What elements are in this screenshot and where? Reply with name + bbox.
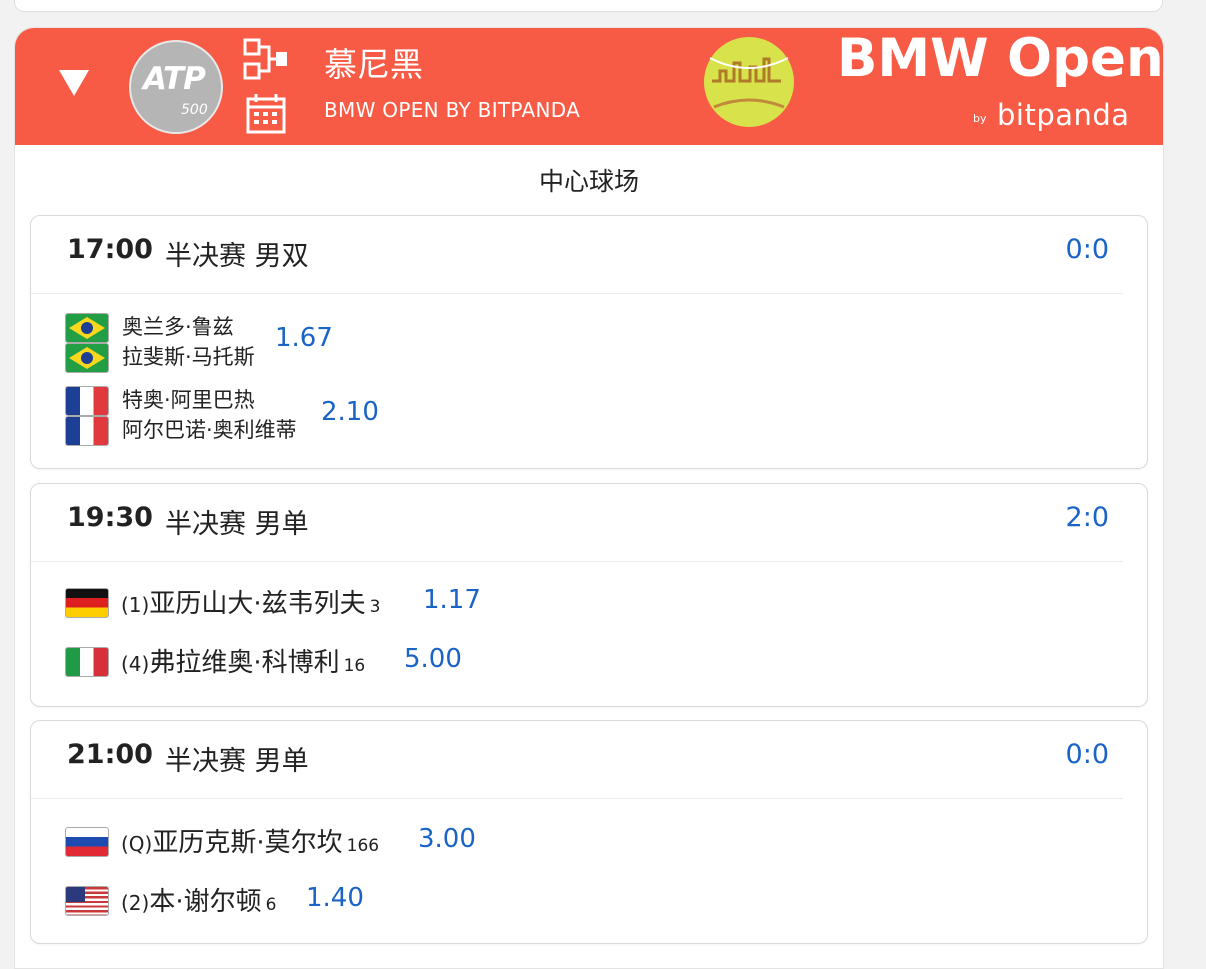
slovakia-flag-icon [65, 827, 109, 857]
city-name: 慕尼黑 [324, 45, 423, 84]
match-score: 0:0 [1065, 739, 1109, 770]
tournament-ball-logo [704, 37, 794, 127]
match-time: 19:30 [67, 502, 153, 533]
atp-level-text: 500 [181, 102, 208, 118]
player-seed: (1) [121, 593, 150, 617]
player-seed: (Q) [121, 832, 153, 856]
previous-card [14, 0, 1163, 12]
italy-flag-icon [65, 647, 109, 677]
player-name[interactable]: 拉斐斯·马托斯 [122, 341, 255, 371]
court-title: 中心球场 [538, 167, 639, 196]
france-flag-icon [65, 386, 109, 416]
player-row-2[interactable]: (4)弗拉维奥·科博利 16 [121, 642, 365, 679]
france-flag-icon [65, 416, 109, 446]
match-card[interactable]: 19:30 半决赛 男单 2:0 (1)亚历山大·兹韦列夫 3 1.17 (4)弗… [30, 483, 1148, 707]
odds-value[interactable]: 5.00 [404, 644, 462, 674]
player-name[interactable]: 奥兰多·鲁兹 [122, 311, 234, 341]
player-name: 弗拉维奥·科博利 [149, 648, 340, 678]
player-name: 亚历克斯·莫尔坎 [152, 828, 343, 858]
odds-value[interactable]: 1.67 [275, 323, 333, 353]
usa-flag-icon [65, 886, 109, 916]
player-rank: 166 [346, 836, 380, 856]
player-row-2[interactable]: (2)本·谢尔顿 6 [121, 881, 276, 918]
match-header: 17:00 半决赛 男双 0:0 [31, 216, 1123, 294]
collapse-triangle-icon[interactable] [59, 70, 89, 96]
player-name: 本·谢尔顿 [149, 887, 262, 917]
match-card[interactable]: 21:00 半决赛 男单 0:0 (Q)亚历克斯·莫尔坎 166 3.00 (2)… [30, 720, 1148, 944]
player-seed: (2) [121, 891, 150, 915]
match-time: 17:00 [67, 234, 153, 265]
match-header: 19:30 半决赛 男单 2:0 [31, 484, 1123, 562]
brand-title: BMW Open [837, 28, 1164, 89]
match-score: 0:0 [1065, 234, 1109, 265]
match-card[interactable]: 17:00 半决赛 男双 0:0 奥兰多·鲁兹 拉斐斯·马托斯 1.67 特奥·… [30, 215, 1148, 469]
player-name: 亚历山大·兹韦列夫 [149, 589, 366, 619]
brand-sponsor: bitpanda [997, 98, 1130, 132]
match-header: 21:00 半决赛 男单 0:0 [31, 721, 1123, 799]
tournament-name: BMW OPEN BY BITPANDA [324, 98, 581, 122]
match-round: 半决赛 男双 [165, 241, 309, 272]
atp-500-logo: ATP 500 [129, 40, 223, 134]
brand-by: by [973, 112, 987, 125]
draw-bracket-icon[interactable] [243, 38, 289, 80]
odds-value[interactable]: 1.40 [306, 883, 364, 913]
tournament-header[interactable]: ATP 500 慕尼黑 BMW OPEN BY BITPANDA BMW Ope… [15, 28, 1163, 145]
odds-value[interactable]: 1.17 [423, 585, 481, 615]
player-rank: 6 [265, 895, 277, 915]
player-row-1[interactable]: (Q)亚历克斯·莫尔坎 166 [121, 822, 379, 859]
player-row-1[interactable]: (1)亚历山大·兹韦列夫 3 [121, 583, 380, 620]
player-name[interactable]: 特奥·阿里巴热 [122, 384, 255, 414]
match-score: 2:0 [1065, 502, 1109, 533]
player-name[interactable]: 阿尔巴诺·奥利维蒂 [122, 414, 297, 444]
match-time: 21:00 [67, 739, 153, 770]
germany-flag-icon [65, 588, 109, 618]
calendar-icon[interactable] [245, 93, 287, 135]
player-seed: (4) [121, 652, 150, 676]
match-round: 半决赛 男单 [165, 509, 309, 540]
odds-value[interactable]: 2.10 [321, 397, 379, 427]
tournament-card: ATP 500 慕尼黑 BMW OPEN BY BITPANDA BMW Ope… [14, 27, 1164, 969]
odds-value[interactable]: 3.00 [418, 824, 476, 854]
brazil-flag-icon [65, 343, 109, 373]
player-rank: 16 [343, 656, 366, 676]
brazil-flag-icon [65, 313, 109, 343]
atp-logo-text: ATP [143, 61, 206, 97]
match-round: 半决赛 男单 [165, 746, 309, 777]
player-rank: 3 [369, 597, 381, 617]
